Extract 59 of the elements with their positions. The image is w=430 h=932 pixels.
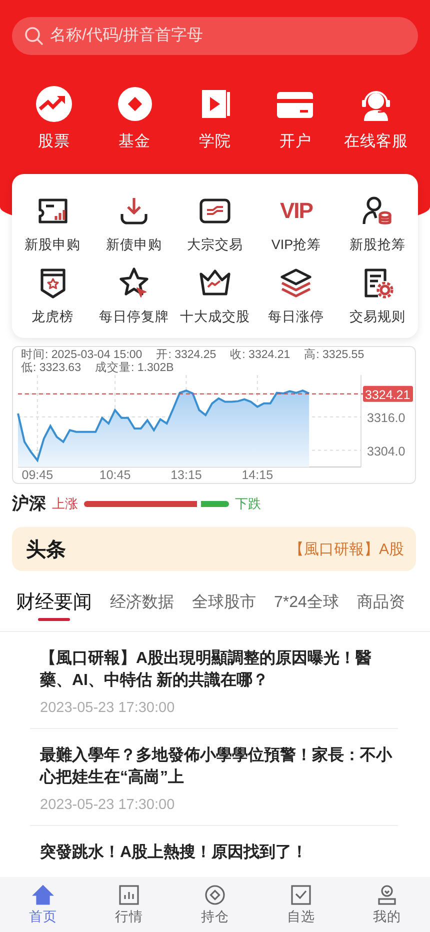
diamond-coin-icon — [116, 85, 154, 123]
star-cursor-icon — [116, 266, 151, 300]
service-button[interactable]: VIP VIP抢筹 — [256, 194, 337, 254]
news-time: 2023-05-23 17:30:00 — [40, 797, 176, 813]
service-button[interactable]: 新债申购 — [93, 194, 174, 254]
shortcut-button[interactable]: 开户 — [255, 85, 336, 152]
shortcut-button[interactable]: 股票 — [14, 85, 94, 152]
nav-tab[interactable]: 持仓 — [185, 884, 245, 926]
news-tab[interactable]: 7*24全球 — [274, 589, 339, 631]
service-button[interactable]: 每日停复牌 — [93, 266, 174, 326]
service-button[interactable]: 新股抢筹 — [336, 194, 418, 254]
quote-info-text: 高: 3325.55 — [304, 349, 364, 362]
x-tick-label: 09:45 — [22, 468, 54, 481]
user-icon — [376, 884, 398, 906]
x-tick-label: 14:15 — [242, 468, 274, 481]
nav-tab[interactable]: 我的 — [357, 884, 417, 926]
shortcut-button[interactable]: 学院 — [174, 85, 255, 152]
shortcut-button[interactable]: 基金 — [94, 85, 175, 152]
nav-tab[interactable]: 首页 — [13, 884, 73, 926]
bar-chart-icon — [118, 884, 140, 906]
nav-tab[interactable]: 自选 — [271, 884, 331, 926]
news-tab[interactable]: 经济数据 — [110, 589, 174, 631]
headline-text: 【風口研報】A股 — [288, 540, 404, 558]
checkbox-icon — [290, 884, 312, 906]
nav-tab[interactable]: 行情 — [99, 884, 159, 926]
down-label: 下跌 — [235, 494, 261, 512]
news-tab[interactable]: 商品资 — [356, 589, 405, 631]
search-icon — [24, 26, 44, 46]
news-title[interactable]: 突發跳水！A股上熱搜！原因找到了！ — [40, 842, 398, 864]
layers-icon — [279, 266, 314, 300]
service-button[interactable]: 大宗交易 — [174, 194, 256, 254]
news-tab[interactable]: 财经要闻 — [16, 589, 92, 631]
news-title[interactable]: 最難入學年？多地發佈小學學位預警！家長：不小心把娃生在“高崗”上 — [40, 745, 398, 789]
news-time: 2023-05-23 17:30:00 — [40, 700, 176, 716]
headline-banner[interactable]: 头条 【風口研報】A股 — [12, 527, 416, 571]
x-tick-label: 10:45 — [99, 468, 131, 481]
quote-info-text: 开: 3324.25 — [156, 349, 216, 362]
up-label: 上涨 — [52, 494, 78, 512]
news-title[interactable]: 【風口研報】A股出現明顯調整的原因曝光！醫藥、AI、中特估 新的共識在哪？ — [40, 648, 398, 692]
market-label: 沪深 — [12, 493, 46, 515]
y-tick-label: 3304.0 — [367, 444, 406, 458]
service-button[interactable]: 十大成交股 — [174, 266, 256, 326]
shortcut-button[interactable]: 在线客服 — [336, 85, 416, 152]
quote-info-text: 时间: 2025-03-04 15:00 — [21, 349, 142, 361]
target-icon — [204, 884, 226, 906]
home-icon — [32, 884, 54, 906]
service-button[interactable]: 每日涨停 — [256, 266, 337, 326]
headline-logo: 头条 — [26, 538, 66, 562]
x-tick-label: 13:15 — [170, 468, 202, 481]
vip-logo: VIP — [280, 197, 312, 225]
quote-info-text: 成交量: 1.302B — [94, 362, 174, 375]
service-button[interactable]: 交易规则 — [336, 266, 418, 326]
y-tick-label: 3316.0 — [367, 410, 406, 425]
quote-info-text: 收: 3324.21 — [230, 349, 290, 362]
service-button[interactable]: 龙虎榜 — [12, 266, 94, 326]
service-button[interactable]: 新股申购 — [12, 194, 94, 254]
last-price-tag: 3324.21 — [363, 386, 413, 402]
news-tab[interactable]: 全球股市 — [192, 589, 256, 631]
quote-info-text: 低: 3323.63 — [21, 362, 81, 375]
